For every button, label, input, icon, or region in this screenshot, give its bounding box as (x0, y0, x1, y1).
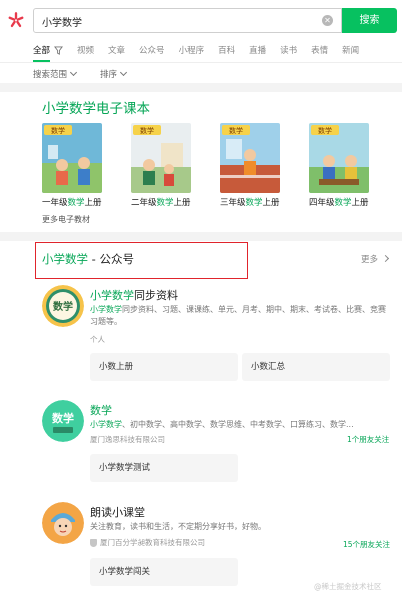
account-avatar[interactable] (42, 502, 84, 544)
cover-text: 数学 (318, 126, 332, 135)
filter-icon[interactable] (54, 45, 64, 55)
chevron-down-icon (69, 68, 78, 77)
account-name[interactable]: 小学数学同步资料 (90, 287, 178, 303)
avatar-text: 数学 (52, 411, 74, 425)
cover-text: 数学 (51, 126, 65, 135)
account-avatar[interactable]: 数学 (42, 285, 84, 327)
search-query-text: 小学数学 (42, 18, 82, 29)
cover-text: 数学 (229, 126, 243, 135)
cover-text: 数学 (140, 126, 154, 135)
chevron-down-icon (119, 68, 128, 77)
verified-shield-icon (90, 538, 97, 547)
tab-live[interactable]: 直播 (249, 44, 266, 56)
textbook-cover-grade2[interactable]: 数学 (131, 123, 191, 193)
annotation-highlight-box (35, 242, 248, 279)
friends-following-count: 15个朋友关注 (343, 540, 391, 549)
account-description: 小学数学、初中数学、高中数学、数学思维、中考数学、口算练习、数学... (90, 420, 354, 429)
textbook-label-grade3[interactable]: 三年级数学上册 (220, 196, 280, 208)
friends-following-count: 1个朋友关注 (347, 435, 390, 444)
account-article-chip[interactable]: 小数汇总 (242, 353, 390, 381)
account-name[interactable]: 朗读小课堂 (90, 504, 145, 520)
account-description: 关注教育，读书和生活，不定期分享好书，好物。 (90, 522, 266, 531)
watermark: @稀土掘金技术社区 (314, 582, 382, 591)
account-article-chip[interactable]: 小数上册 (90, 353, 238, 381)
tab-official-account[interactable]: 公众号 (139, 44, 165, 56)
tab-books[interactable]: 读书 (280, 44, 297, 56)
search-scope-label: 搜索范围 (33, 70, 68, 80)
sort-label: 排序 (100, 70, 118, 80)
account-avatar[interactable]: 数学 (42, 400, 84, 442)
textbook-cover-grade3[interactable]: 数学 (220, 123, 280, 193)
account-meta: 厦门逸思科技有限公司 (90, 435, 165, 444)
account-name[interactable]: 数学 (90, 402, 112, 418)
textbook-cover-grade1[interactable]: 数学 (42, 123, 102, 193)
tab-mini-program[interactable]: 小程序 (179, 44, 205, 56)
textbook-label-grade2[interactable]: 二年级数学上册 (131, 196, 191, 208)
section-divider (0, 232, 402, 241)
tab-news[interactable]: 新闻 (342, 44, 359, 56)
textbook-section-title[interactable]: 小学数学电子课本 (42, 97, 150, 117)
avatar-text: 数学 (53, 300, 73, 313)
account-description: 小学数学同步资料、习题、课课练、单元、月考、期中、期末、考试卷、比赛、竞赛习题等… (90, 305, 386, 326)
logo-icon (8, 12, 24, 28)
account-meta: 厦门百分学昶教育科技有限公司 (90, 537, 205, 548)
more-accounts-link[interactable]: 更多 (361, 253, 378, 265)
tab-all[interactable]: 全部 (33, 44, 50, 56)
tab-article[interactable]: 文章 (108, 44, 125, 56)
search-input[interactable]: 小学数学 ✕ (33, 8, 342, 33)
textbook-label-grade1[interactable]: 一年级数学上册 (42, 196, 102, 208)
search-button[interactable]: 搜索 (342, 8, 397, 33)
account-meta: 个人 (90, 335, 105, 344)
textbook-label-grade4[interactable]: 四年级数学上册 (309, 196, 369, 208)
tab-stickers[interactable]: 表情 (311, 44, 328, 56)
more-textbooks-link[interactable]: 更多电子教材 (42, 214, 90, 225)
sort-dropdown[interactable]: 排序 (100, 68, 128, 80)
textbook-cover-grade4[interactable]: 数学 (309, 123, 369, 193)
close-circle-icon[interactable]: ✕ (322, 15, 333, 26)
search-scope-dropdown[interactable]: 搜索范围 (33, 68, 78, 80)
section-divider (0, 83, 402, 92)
chevron-right-icon[interactable] (381, 254, 390, 263)
account-article-chip[interactable]: 小学数学测试 (90, 454, 238, 482)
tab-bar: 全部 视频 文章 公众号 小程序 百科 直播 读书 表情 新闻 (33, 42, 373, 58)
divider (0, 62, 402, 63)
tab-video[interactable]: 视频 (77, 44, 94, 56)
account-article-chip[interactable]: 小学数学闯关 (90, 558, 238, 586)
tab-encyclopedia[interactable]: 百科 (218, 44, 235, 56)
